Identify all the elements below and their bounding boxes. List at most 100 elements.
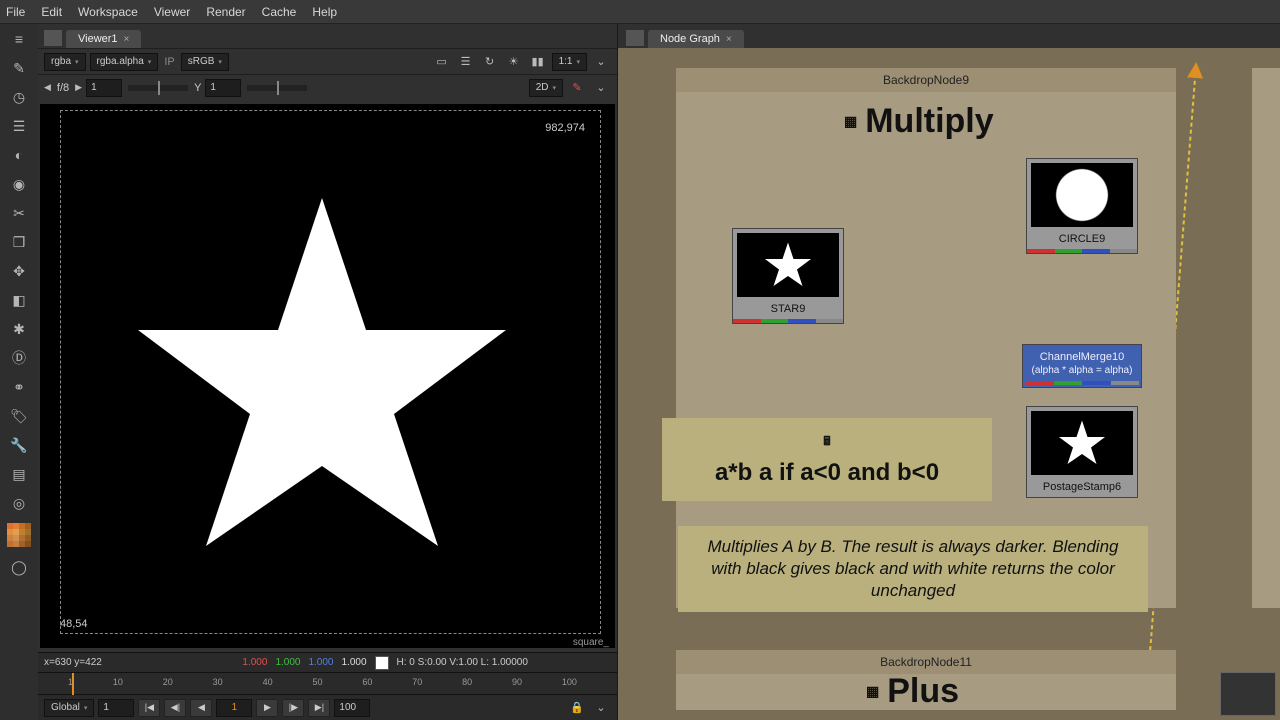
menu-render[interactable]: Render xyxy=(206,5,245,19)
chevron-down-icon-3[interactable]: ⌄ xyxy=(591,699,611,717)
gamma-slider[interactable] xyxy=(247,85,307,91)
next-icon[interactable]: ▶ xyxy=(75,82,82,93)
chevron-down-icon-2[interactable]: ⌄ xyxy=(591,79,611,97)
dims-select[interactable]: 2D xyxy=(529,79,563,97)
nodegraph-panel: Node Graph × xyxy=(618,24,1280,720)
node-channelmerge10[interactable]: ChannelMerge10 (alpha * alpha = alpha) xyxy=(1022,344,1142,388)
other-icon[interactable]: ◯ xyxy=(10,558,28,576)
step-back-button[interactable]: ◀| xyxy=(164,699,186,717)
node-star9[interactable]: STAR9 xyxy=(732,228,844,324)
colorspace-select[interactable]: sRGB xyxy=(181,53,229,71)
step-fwd-button[interactable]: |▶ xyxy=(282,699,304,717)
status-g: 1.000 xyxy=(275,657,300,668)
readout-topright: 982,974 xyxy=(545,122,585,134)
node-thumb xyxy=(1031,411,1133,475)
refresh-icon[interactable]: ↻ xyxy=(480,53,500,71)
lock-icon[interactable]: 🔒 xyxy=(567,699,587,717)
menu-file[interactable]: File xyxy=(6,5,25,19)
close-icon[interactable]: × xyxy=(124,34,130,45)
formula-note[interactable]: 🖩 a*b a if a<0 and b<0 xyxy=(662,418,992,501)
star-image xyxy=(122,178,522,578)
playback-mode[interactable]: Global xyxy=(44,699,94,717)
tab-viewer1[interactable]: Viewer1 × xyxy=(66,30,141,48)
tab-label: Viewer1 xyxy=(78,33,118,45)
close-icon[interactable]: × xyxy=(726,34,732,45)
menu-workspace[interactable]: Workspace xyxy=(78,5,138,19)
fstop-label: f/8 xyxy=(55,82,71,94)
node-label: ChannelMerge10 (alpha * alpha = alpha) xyxy=(1025,347,1139,381)
grid-icon: ▦ xyxy=(844,113,857,130)
channel-select[interactable]: rgba xyxy=(44,53,86,71)
brush-icon[interactable]: ✎ xyxy=(10,59,28,77)
layers-icon[interactable]: ❒ xyxy=(10,233,28,251)
list-icon[interactable]: ☰ xyxy=(456,53,476,71)
chevron-down-icon[interactable]: ⌄ xyxy=(591,53,611,71)
viewer-toolbar-1: rgba rgba.alpha IP sRGB ▭ ☰ ↻ ☀ ▮▮ 1:1 ⌄ xyxy=(38,48,617,74)
wrench-icon[interactable]: 🔧 xyxy=(10,436,28,454)
menu-cache[interactable]: Cache xyxy=(262,5,297,19)
status-a: 1.000 xyxy=(342,657,367,668)
tab-nodegraph[interactable]: Node Graph × xyxy=(648,30,744,48)
readout-bottomleft: 48,54 xyxy=(60,618,88,630)
wipe-icon[interactable]: ▭ xyxy=(432,53,452,71)
d-icon[interactable]: Ⓓ xyxy=(10,349,28,367)
alpha-select[interactable]: rgba.alpha xyxy=(90,53,159,71)
viewer-canvas[interactable]: 982,974 48,54 square_ xyxy=(40,104,615,648)
link-icon[interactable]: ⚭ xyxy=(10,378,28,396)
globe-icon[interactable]: ◐ xyxy=(10,146,28,164)
sphere-icon[interactable]: ◉ xyxy=(10,175,28,193)
bars-icon[interactable]: ☰ xyxy=(10,117,28,135)
title-multiply: ▦ Multiply xyxy=(844,102,994,141)
viewer-tabstrip: Viewer1 × xyxy=(38,24,617,48)
knife-icon[interactable]: ✂ xyxy=(10,204,28,222)
status-b: 1.000 xyxy=(308,657,333,668)
node-postagestamp6[interactable]: PostageStamp6 xyxy=(1026,406,1138,498)
backdrop-offscreen[interactable] xyxy=(1252,68,1280,608)
color-palette-icon[interactable] xyxy=(7,523,31,547)
node-graph[interactable]: BackdropNode9 ▦ Multiply STAR9 CIRCLE9 xyxy=(618,48,1280,720)
clock-icon[interactable]: ◷ xyxy=(10,88,28,106)
particles-icon[interactable]: ✱ xyxy=(10,320,28,338)
menu-icon[interactable]: ≡ xyxy=(10,30,28,48)
nodegraph-tabstrip: Node Graph × xyxy=(618,24,1280,48)
viewer-toolbar-2: ◀ f/8 ▶ Y 2D ✎ ⌄ xyxy=(38,74,617,100)
menu-viewer[interactable]: Viewer xyxy=(154,5,190,19)
record-icon[interactable]: ✎ xyxy=(567,79,587,97)
panel-icon[interactable] xyxy=(44,30,62,46)
readout-bottomright: square_ xyxy=(573,637,609,648)
panel-icon[interactable] xyxy=(626,30,644,46)
status-r: 1.000 xyxy=(242,657,267,668)
play-back-button[interactable]: ◀ xyxy=(190,699,212,717)
pause-icon[interactable]: ▮▮ xyxy=(528,53,548,71)
end-frame[interactable] xyxy=(334,699,370,717)
fstop-input[interactable] xyxy=(86,79,122,97)
node-label: CIRCLE9 xyxy=(1027,231,1137,249)
viewer-panel: Viewer1 × rgba rgba.alpha IP sRGB ▭ ☰ ↻ … xyxy=(38,24,618,720)
tag-icon[interactable]: 🏷 xyxy=(10,407,28,425)
gain-slider[interactable] xyxy=(128,85,188,91)
description-note[interactable]: Multiplies A by B. The result is always … xyxy=(678,526,1148,612)
play-button[interactable]: ▶ xyxy=(256,699,278,717)
node-label: PostageStamp6 xyxy=(1027,479,1137,497)
node-circle9[interactable]: CIRCLE9 xyxy=(1026,158,1138,254)
status-swatch xyxy=(375,656,389,670)
status-xy: x=630 y=422 xyxy=(44,657,102,668)
gamma-input[interactable] xyxy=(205,79,241,97)
move-icon[interactable]: ✥ xyxy=(10,262,28,280)
prev-icon[interactable]: ◀ xyxy=(44,82,51,93)
current-frame[interactable] xyxy=(216,699,252,717)
ip-label: IP xyxy=(162,56,176,68)
globe2-icon[interactable]: ◎ xyxy=(10,494,28,512)
goto-start-button[interactable]: |◀ xyxy=(138,699,160,717)
menu-edit[interactable]: Edit xyxy=(41,5,62,19)
minimap[interactable] xyxy=(1220,672,1276,716)
timeline[interactable]: 1102030405060708090100 xyxy=(38,672,617,694)
start-frame[interactable] xyxy=(98,699,134,717)
zoom-select[interactable]: 1:1 xyxy=(552,53,587,71)
cube-icon[interactable]: ◧ xyxy=(10,291,28,309)
goto-end-button[interactable]: ▶| xyxy=(308,699,330,717)
disk-icon[interactable]: ▤ xyxy=(10,465,28,483)
menubar: File Edit Workspace Viewer Render Cache … xyxy=(0,0,1280,24)
gear-icon[interactable]: ☀ xyxy=(504,53,524,71)
menu-help[interactable]: Help xyxy=(312,5,337,19)
